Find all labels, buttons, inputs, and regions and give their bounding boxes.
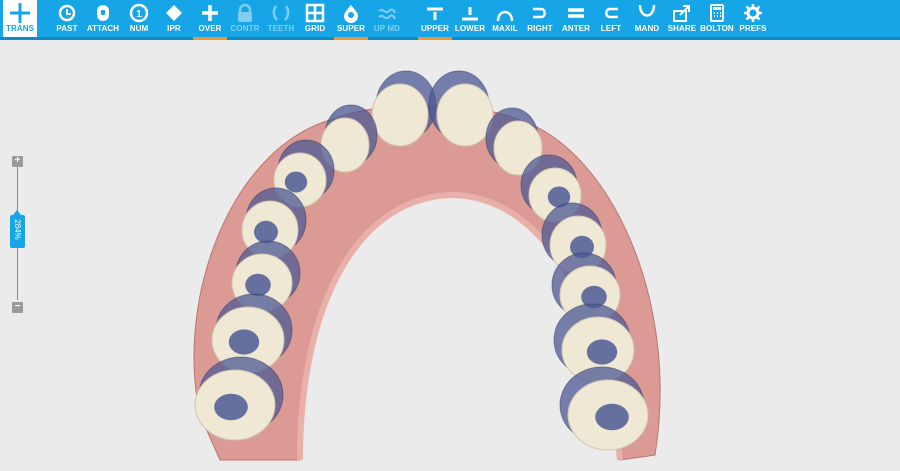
grid-icon [305, 3, 325, 23]
overlay-contact-area [586, 339, 618, 365]
left-view-icon [605, 7, 618, 19]
share-icon [673, 5, 690, 22]
tooth[interactable] [436, 83, 494, 147]
number-circle-icon: 1 [129, 3, 149, 23]
svg-text:1: 1 [136, 9, 142, 20]
zoom-level-label: 284% [13, 219, 22, 240]
tool-trans-button[interactable]: TRANS [3, 0, 37, 37]
toolbar: TRANS PAST ATTACH 1 NUM IPR OVER CONTR TEETH GRID… [0, 0, 900, 40]
lower-bar-icon [462, 7, 478, 21]
attachment-icon [97, 5, 109, 21]
overlay-contact-area [245, 273, 271, 297]
right-view-icon [533, 7, 546, 19]
move-arrows-icon [10, 3, 30, 23]
plus-icon [202, 5, 218, 21]
upper-bar-icon [427, 7, 443, 20]
teeth-icon [272, 5, 290, 21]
calculator-icon [710, 4, 724, 22]
zoom-slider-handle[interactable]: 284% [10, 210, 25, 248]
diamond-icon [166, 5, 182, 21]
clock-back-icon [58, 4, 76, 22]
tool-label: UP MD [373, 24, 401, 33]
scribble-icon [378, 8, 396, 20]
overlay-contact-area [254, 220, 278, 244]
overlay-contact-area [595, 403, 629, 431]
zoom-in-button[interactable]: + [12, 156, 23, 167]
zoom-out-button[interactable]: − [12, 302, 23, 313]
dental-arch-model[interactable] [0, 40, 900, 471]
overlay-contact-area [284, 171, 308, 193]
mandible-icon [638, 4, 656, 17]
overlay-contact-area [228, 329, 260, 355]
anterior-view-icon [568, 8, 584, 18]
tool-up-md-button[interactable]: UP MD [370, 0, 404, 37]
lock-icon [238, 3, 252, 22]
tool-prefs-button[interactable]: PREFS [736, 0, 770, 37]
overlay-contact-area [214, 393, 248, 421]
arch-icon [496, 10, 514, 22]
3d-viewport[interactable]: + − 284% [0, 40, 900, 471]
gear-icon [744, 4, 762, 22]
tooth-drop-icon [344, 5, 358, 23]
tool-label: PREFS [739, 24, 767, 33]
tooth[interactable] [371, 83, 429, 147]
teeth-group [194, 70, 649, 451]
